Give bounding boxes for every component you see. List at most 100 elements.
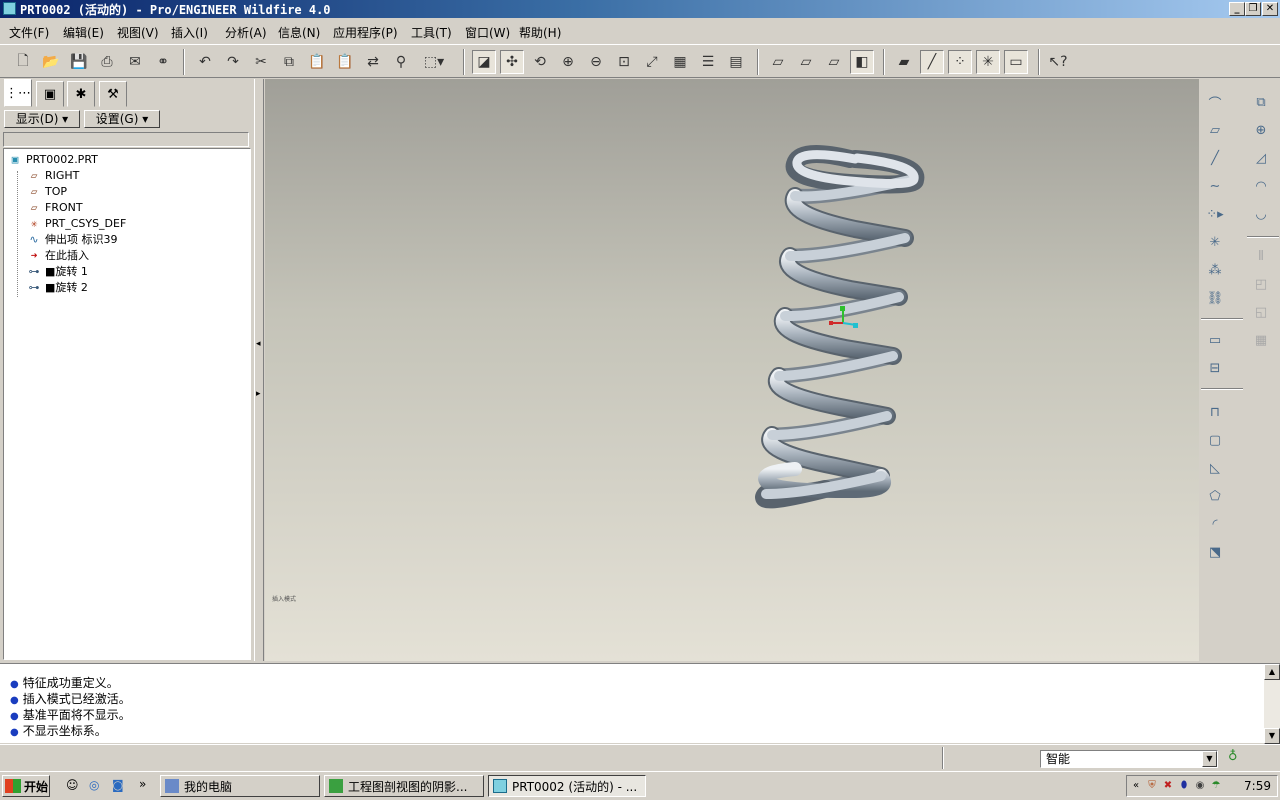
model-tree-tab-icon[interactable]: ⋮⋯ xyxy=(4,79,32,107)
chevron-down-icon[interactable]: ▼ xyxy=(1202,751,1217,767)
extrude-tool-icon[interactable]: ⊓ xyxy=(1203,400,1227,424)
tree-node-root[interactable]: ▣ PRT0002.PRT xyxy=(7,151,98,167)
task-drawing-doc[interactable]: 工程图剖视图的阴影... xyxy=(324,775,484,797)
task-my-computer[interactable]: 我的电脑 xyxy=(160,775,320,797)
tree-node-insert-here[interactable]: ➜ 在此插入 xyxy=(26,247,89,263)
show-dropdown-button[interactable]: 显示(D) ▾ xyxy=(4,110,80,128)
regenerate-icon[interactable]: ⇄ xyxy=(361,50,385,74)
sweep-tool-icon[interactable]: ◿ xyxy=(1249,146,1273,170)
open-folder-icon[interactable]: 📂 xyxy=(39,50,63,74)
tray-volume-icon[interactable]: ◉ xyxy=(1193,779,1207,793)
view-manager-icon[interactable]: ▤ xyxy=(724,50,748,74)
redo-icon[interactable]: ↷ xyxy=(221,50,245,74)
csys-toggle-icon[interactable]: ✳ xyxy=(976,50,1000,74)
datum-points-toggle-icon[interactable]: ⁘ xyxy=(948,50,972,74)
trim-tool-icon[interactable]: ◱ xyxy=(1249,300,1273,324)
tree-node-protrusion[interactable]: ∿ 伸出项 标识39 xyxy=(26,231,117,247)
wireframe-icon[interactable]: ▱ xyxy=(766,50,790,74)
mirror-tool-icon[interactable]: ⫴ xyxy=(1249,244,1273,268)
folder-browser-tab-icon[interactable]: ▣ xyxy=(36,81,64,107)
menu-applications[interactable]: 应用程序(P) xyxy=(333,24,398,41)
annotation-toggle-icon[interactable]: ▭ xyxy=(1004,50,1028,74)
tree-node-csys[interactable]: ✳ PRT_CSYS_DEF xyxy=(26,215,127,231)
restore-button[interactable]: ❐ xyxy=(1245,2,1261,16)
menu-window[interactable]: 窗口(W) xyxy=(465,24,510,41)
blend-tool-icon[interactable]: ⬠ xyxy=(1203,484,1227,508)
revolve-tool-icon[interactable]: ⊕ xyxy=(1249,118,1273,142)
no-hidden-icon[interactable]: ▱ xyxy=(822,50,846,74)
tray-umbrella-icon[interactable]: ☂ xyxy=(1209,779,1223,793)
shell-tool-icon[interactable]: ▢ xyxy=(1203,428,1227,452)
close-button[interactable]: ✕ xyxy=(1262,2,1278,16)
scroll-down-icon[interactable]: ▼ xyxy=(1264,728,1280,744)
reorient-icon[interactable]: ⤢ xyxy=(640,50,664,74)
shading-icon[interactable]: ◧ xyxy=(850,50,874,74)
tree-node-revolve-1[interactable]: ⊶ ■旋转 1 xyxy=(26,263,88,279)
mail-link-icon[interactable]: ⚭ xyxy=(151,50,175,74)
collapse-left-icon[interactable]: ◂ xyxy=(256,339,261,349)
send-mail-icon[interactable]: ✉ xyxy=(123,50,147,74)
csys-tool-icon[interactable]: ✳ xyxy=(1203,230,1227,254)
tree-node-revolve-2[interactable]: ⊶ ■旋转 2 xyxy=(26,279,88,295)
zoom-out-icon[interactable]: ⊖ xyxy=(584,50,608,74)
analysis-feature-icon[interactable]: ⁂ xyxy=(1203,258,1227,282)
paste-special-icon[interactable]: 📋 xyxy=(333,50,357,74)
cut-icon[interactable]: ✂ xyxy=(249,50,273,74)
datum-curve-tool-icon[interactable]: ∼ xyxy=(1203,174,1227,198)
connections-tab-icon[interactable]: ⚒ xyxy=(99,81,127,107)
tree-node-right-plane[interactable]: ▱ RIGHT xyxy=(26,167,80,183)
tree-node-front-plane[interactable]: ▱ FRONT xyxy=(26,199,83,215)
panel-splitter[interactable]: ◂ ▸ xyxy=(254,79,264,661)
task-proe[interactable]: PRT0002 (活动的) - ... xyxy=(488,775,646,797)
chain-tool-icon[interactable]: ⛓ xyxy=(1203,286,1227,310)
selection-box-icon[interactable]: ⬚▾ xyxy=(417,50,451,74)
datum-planes-toggle-icon[interactable]: ▰ xyxy=(892,50,916,74)
print-icon[interactable]: ⎙ xyxy=(95,50,119,74)
quick-launch-icon[interactable]: ◙ xyxy=(112,778,128,794)
refit-icon[interactable]: ⊡ xyxy=(612,50,636,74)
find-icon[interactable]: ⚲ xyxy=(389,50,413,74)
hidden-line-icon[interactable]: ▱ xyxy=(794,50,818,74)
minimize-button[interactable]: _ xyxy=(1229,2,1245,16)
datum-axis-tool-icon[interactable]: ╱ xyxy=(1203,146,1227,170)
tray-network-icon[interactable]: ✖ xyxy=(1161,779,1175,793)
expand-right-icon[interactable]: ▸ xyxy=(256,389,261,399)
menu-info[interactable]: 信息(N) xyxy=(278,24,320,41)
tray-expand-button[interactable]: « xyxy=(1129,779,1143,793)
menu-insert[interactable]: 插入(I) xyxy=(171,24,208,41)
paste-icon[interactable]: 📋 xyxy=(305,50,329,74)
repaint-icon[interactable]: ◪ xyxy=(472,50,496,74)
selection-filter-select[interactable]: 智能 ▼ xyxy=(1040,750,1218,768)
datum-point-tool-icon[interactable]: ⁘▸ xyxy=(1203,202,1227,226)
round-tool-icon[interactable]: ◜ xyxy=(1203,512,1227,536)
datum-plane-tool-icon[interactable]: ▱ xyxy=(1203,118,1227,142)
boundary-tool-icon[interactable]: ◡ xyxy=(1249,202,1273,226)
zoom-in-icon[interactable]: ⊕ xyxy=(556,50,580,74)
tray-security-icon[interactable]: ⛨ xyxy=(1145,779,1159,793)
favorites-tab-icon[interactable]: ✱ xyxy=(67,81,95,107)
quicklaunch-more-button[interactable]: » xyxy=(139,777,146,791)
copy-feature-icon[interactable]: ⧉ xyxy=(1249,90,1273,114)
menu-tools[interactable]: 工具(T) xyxy=(411,24,452,41)
menu-edit[interactable]: 编辑(E) xyxy=(63,24,104,41)
tree-node-top-plane[interactable]: ▱ TOP xyxy=(26,183,67,199)
draft-tool-icon[interactable]: ◺ xyxy=(1203,456,1227,480)
context-help-icon[interactable]: ↖? xyxy=(1046,50,1070,74)
chamfer-tool-icon[interactable]: ⬔ xyxy=(1203,540,1227,564)
scroll-up-icon[interactable]: ▲ xyxy=(1264,664,1280,680)
undo-icon[interactable]: ↶ xyxy=(193,50,217,74)
graphics-viewport[interactable]: 插入模式 xyxy=(265,79,1199,661)
menu-help[interactable]: 帮助(H) xyxy=(519,24,561,41)
message-scrollbar[interactable]: ▲ ▼ xyxy=(1264,664,1280,744)
datum-axes-toggle-icon[interactable]: ╱ xyxy=(920,50,944,74)
sketched-datum-curve-icon[interactable]: ⌒ xyxy=(1203,90,1227,114)
settings-dropdown-button[interactable]: 设置(G) ▾ xyxy=(84,110,160,128)
menu-analysis[interactable]: 分析(A) xyxy=(225,24,267,41)
save-icon[interactable]: 💾 xyxy=(67,50,91,74)
menu-file[interactable]: 文件(F) xyxy=(9,24,49,41)
pattern-tool-icon[interactable]: ▦ xyxy=(1249,328,1273,352)
spin-center-icon[interactable]: ✣ xyxy=(500,50,524,74)
sketch-tool-icon[interactable]: ⊟ xyxy=(1203,356,1227,380)
menu-view[interactable]: 视图(V) xyxy=(117,24,159,41)
traffic-light-icon[interactable]: ♁ xyxy=(1228,749,1242,767)
